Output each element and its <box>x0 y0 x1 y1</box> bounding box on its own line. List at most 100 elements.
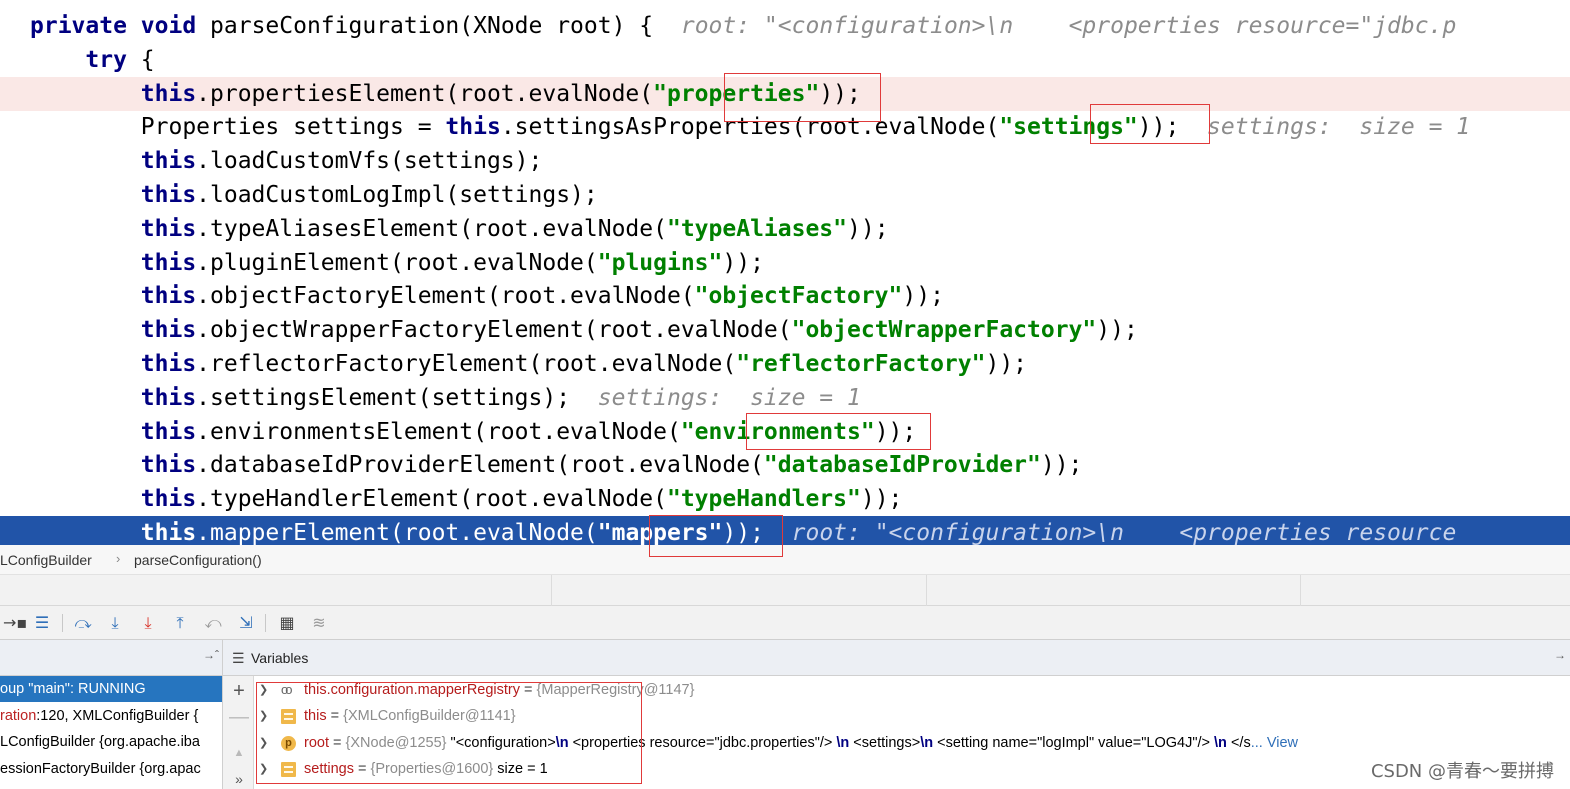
variable-value: </s <box>1226 734 1251 751</box>
keyword-token: this <box>140 520 197 545</box>
code-token: .databaseIdProviderElement(root.evalNode… <box>196 452 764 478</box>
string-token: "objectWrapperFactory" <box>791 317 1097 343</box>
variable-name: this <box>304 708 327 725</box>
add-watch-icon[interactable]: + <box>228 680 250 702</box>
variable-row[interactable]: ❯ oo this.configuration.mapperRegistry = {… <box>254 677 1570 703</box>
keyword-token: this <box>140 317 197 343</box>
code-line[interactable]: this.reflectorFactoryElement(root.evalNo… <box>0 347 1570 381</box>
frame-label: LConfigBuilder {org.apache.iba <box>0 734 200 750</box>
breadcrumb-class[interactable]: LConfigBuilder <box>0 552 92 568</box>
keyword-token: this <box>445 114 501 140</box>
variable-equals: = <box>326 708 344 725</box>
variable-value: <settings> <box>849 734 921 751</box>
code-line-breakpoint[interactable]: this.propertiesElement(root.evalNode("pr… <box>0 77 1570 111</box>
keyword-token: this <box>140 351 197 377</box>
debug-toolbar: →▪ ☰ ⤼ ⤓ ⤓ ⤒ ⤺ ⇲ ▦ ≋ <box>0 606 1570 640</box>
string-token: "properties" <box>653 81 820 107</box>
run-to-cursor-icon[interactable]: ⇲ <box>235 612 257 634</box>
string-token: "mappers" <box>597 520 723 545</box>
keyword-token: try <box>85 47 127 73</box>
step-out-icon[interactable]: ⤒ <box>169 612 191 634</box>
restore-layout-icon[interactable]: →▪ <box>3 612 27 634</box>
code-editor[interactable]: private void parseConfiguration(XNode ro… <box>0 0 1570 545</box>
code-line[interactable]: this.objectFactoryElement(root.evalNode(… <box>0 279 1570 313</box>
code-line[interactable]: this.databaseIdProviderElement(root.eval… <box>0 448 1570 482</box>
code-line-current[interactable]: this.mapperElement(root.evalNode("mapper… <box>0 516 1570 545</box>
code-line[interactable]: this.typeHandlerElement(root.evalNode("t… <box>0 482 1570 516</box>
code-line[interactable]: this.typeAliasesElement(root.evalNode("t… <box>0 212 1570 246</box>
code-line[interactable]: this.settingsElement(settings); settings… <box>0 381 1570 415</box>
keyword-token: private <box>30 13 127 39</box>
variable-value: "<configuration> <box>446 734 556 751</box>
keyword-token: this <box>140 250 197 276</box>
drop-frame-icon[interactable]: ⤺ <box>202 612 224 634</box>
code-line[interactable]: this.environmentsElement(root.evalNode("… <box>0 415 1570 449</box>
code-token: )); <box>985 351 1028 377</box>
frame-method-name: ration <box>0 707 37 724</box>
variable-row[interactable]: ❯ p root = {XNode@1255} "<configuration>\n… <box>254 730 1570 756</box>
code-token: )); <box>874 419 917 445</box>
frames-panel: →ˆ oup "main": RUNNING ration:120, XMLCon… <box>0 640 223 789</box>
breadcrumb-separator: › <box>116 551 121 566</box>
pin-icon[interactable]: → <box>1554 648 1566 662</box>
tab-divider <box>1300 575 1301 606</box>
variable-equals: = <box>353 760 371 777</box>
move-up-icon[interactable]: ▲ <box>228 742 250 764</box>
code-line[interactable]: this.loadCustomVfs(settings); <box>0 144 1570 178</box>
code-token: .typeHandlerElement(root.evalNode( <box>196 486 667 512</box>
variable-row[interactable]: ❯ this = {XMLConfigBuilder@1141} <box>254 703 1570 729</box>
keyword-token: this <box>140 385 197 411</box>
breadcrumb-method[interactable]: parseConfiguration() <box>134 552 262 568</box>
expand-chevron-icon[interactable]: ❯ <box>259 730 268 756</box>
variables-icon: ☰ <box>232 650 245 666</box>
code-line[interactable]: private void parseConfiguration(XNode ro… <box>0 9 1570 43</box>
force-step-into-icon[interactable]: ⤓ <box>137 612 159 634</box>
code-line[interactable]: this.loadCustomLogImpl(settings); <box>0 178 1570 212</box>
stack-frame-item[interactable]: ration:120, XMLConfigBuilder { <box>0 703 222 729</box>
code-line[interactable]: try { <box>0 43 1570 77</box>
variable-value: \n <box>1214 734 1227 751</box>
step-over-icon[interactable]: ⤼ <box>72 612 94 634</box>
code-line[interactable]: this.pluginElement(root.evalNode("plugin… <box>0 246 1570 280</box>
step-into-icon[interactable]: ⤓ <box>104 612 126 634</box>
variables-header: ☰ Variables → <box>223 640 1570 676</box>
stack-frame-item[interactable]: LConfigBuilder {org.apache.iba <box>0 729 222 755</box>
expand-chevron-icon[interactable]: ❯ <box>259 677 268 703</box>
variable-value: <properties resource="jdbc.properties"/> <box>568 734 837 751</box>
variable-value: \n <box>920 734 934 751</box>
expand-chevron-icon[interactable]: ❯ <box>259 756 268 782</box>
view-link[interactable]: ... View <box>1251 735 1298 751</box>
watch-icon: oo <box>281 682 292 697</box>
more-icon[interactable]: » <box>228 768 250 789</box>
evaluate-expression-icon[interactable]: ▦ <box>276 612 298 634</box>
string-token: "databaseIdProvider" <box>763 452 1041 478</box>
variable-text: settings = {Properties@1600} size = 1 <box>304 756 548 782</box>
keyword-token: this <box>140 486 197 512</box>
code-token: .settingsElement(settings); <box>196 385 598 411</box>
thread-group-item[interactable]: oup "main": RUNNING <box>0 676 222 702</box>
variables-panel: ☰ Variables → + — ▲ » ❯ oo this.configuration… <box>223 640 1570 789</box>
variable-equals: = <box>329 734 346 751</box>
code-token: .objectWrapperFactoryElement(root.evalNo… <box>196 317 792 343</box>
string-token: "settings" <box>999 114 1138 140</box>
pin-icon[interactable]: →ˆ <box>203 648 219 662</box>
code-token: )); <box>1040 452 1083 478</box>
code-line[interactable]: Properties settings = this.settingsAsPro… <box>0 110 1570 144</box>
string-token: "plugins" <box>597 250 723 276</box>
trace-current-stream-icon[interactable]: ≋ <box>308 612 330 634</box>
field-icon <box>281 709 296 725</box>
expand-chevron-icon[interactable]: ❯ <box>259 703 268 729</box>
variables-title: Variables <box>251 650 309 666</box>
remove-watch-icon[interactable]: — <box>228 706 250 728</box>
show-execution-point-icon[interactable]: ☰ <box>31 612 53 634</box>
variable-text: this.configuration.mapperRegistry = {Map… <box>304 677 694 703</box>
code-line[interactable]: this.objectWrapperFactoryElement(root.ev… <box>0 313 1570 347</box>
stack-frame-item[interactable]: essionFactoryBuilder {org.apac <box>0 756 222 782</box>
inline-debug-value: settings: size = 1 <box>1207 114 1471 140</box>
